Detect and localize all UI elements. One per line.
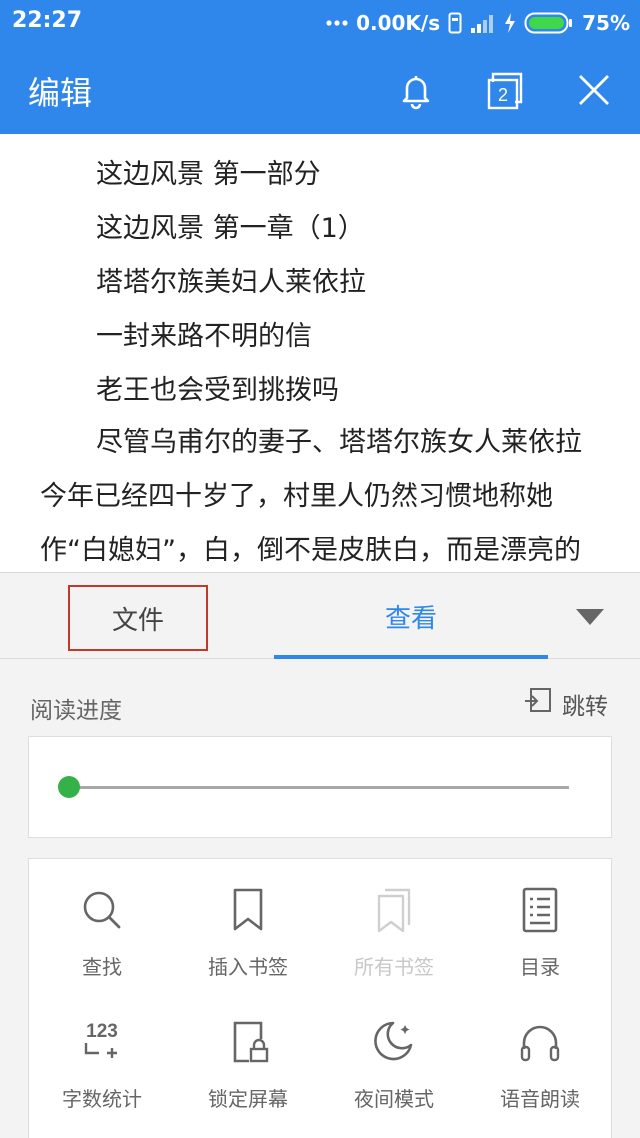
tab-file[interactable]: 文件 xyxy=(68,585,208,651)
doc-line: 一封来路不明的信 xyxy=(96,321,312,352)
svg-text:123: 123 xyxy=(86,1021,118,1042)
tool-lock-screen[interactable]: 锁定屏幕 xyxy=(175,1017,321,1137)
tool-toc[interactable]: 目录 xyxy=(467,885,613,1005)
tool-label: 插入书签 xyxy=(208,955,288,979)
battery-icon xyxy=(524,11,574,35)
sim-icon xyxy=(448,12,462,34)
reading-progress-label: 阅读进度 xyxy=(30,698,122,724)
lock-screen-icon xyxy=(223,1017,273,1067)
doc-line: 老王也会受到挑拨吗 xyxy=(96,375,339,406)
triangle-down-icon[interactable] xyxy=(572,601,608,631)
night-mode-icon xyxy=(369,1017,419,1067)
jump-button[interactable]: 跳转 xyxy=(522,687,608,721)
more-dots-icon xyxy=(326,19,348,27)
close-icon[interactable] xyxy=(572,68,616,112)
tool-label: 目录 xyxy=(520,955,560,979)
jump-label: 跳转 xyxy=(562,694,608,720)
reading-progress-slider[interactable] xyxy=(28,736,612,838)
tab-view-label: 查看 xyxy=(384,603,437,634)
signal-icon xyxy=(470,12,496,34)
tool-label: 所有书签 xyxy=(354,955,434,979)
status-time: 22:27 xyxy=(12,8,83,33)
charging-icon xyxy=(504,12,516,34)
tab-view[interactable]: 查看 xyxy=(274,573,548,659)
page-title: 编辑 xyxy=(28,74,93,112)
status-right: 0.00K/s 75% xyxy=(326,8,630,38)
tool-read-aloud[interactable]: 语音朗读 xyxy=(467,1017,613,1137)
document-view[interactable]: 这边风景 第一部分 这边风景 第一章（1） 塔塔尔族美妇人莱依拉 一封来路不明的… xyxy=(0,134,640,572)
word-count-icon: 123 xyxy=(77,1017,127,1067)
tabs-count: 2 xyxy=(498,85,508,105)
doc-line: 塔塔尔族美妇人莱依拉 xyxy=(96,267,366,298)
bookmark-icon xyxy=(223,885,273,935)
network-speed: 0.00K/s xyxy=(356,11,441,35)
tool-label: 夜间模式 xyxy=(354,1087,434,1111)
view-panel: 文件 查看 阅读进度 跳转 查找 插入书签 所有书签 目录 123 字数统计 锁… xyxy=(0,572,640,1138)
jump-icon xyxy=(522,685,554,723)
headphones-icon xyxy=(515,1017,565,1067)
battery-percent: 75% xyxy=(582,11,630,35)
doc-line: 这边风景 第一章（1） xyxy=(96,213,365,244)
tool-label: 锁定屏幕 xyxy=(208,1087,288,1111)
slider-handle[interactable] xyxy=(58,776,80,798)
tools-grid: 查找 插入书签 所有书签 目录 123 字数统计 锁定屏幕 夜间模式 语音朗读 xyxy=(28,858,612,1138)
tab-file-label: 文件 xyxy=(111,605,164,636)
tool-label: 语音朗读 xyxy=(500,1087,580,1111)
tabs-count-icon[interactable]: 2 xyxy=(484,68,528,112)
tool-night-mode[interactable]: 夜间模式 xyxy=(321,1017,467,1137)
status-bar: 22:27 0.00K/s 75% xyxy=(0,0,640,46)
tool-word-count[interactable]: 123 字数统计 xyxy=(29,1017,175,1137)
slider-track[interactable] xyxy=(69,786,569,789)
panel-tab-bar: 文件 查看 xyxy=(0,573,640,659)
doc-paragraph: 尽管乌甫尔的妻子、塔塔尔族女人莱依拉今年已经四十岁了，村里人仍然习惯地称她作“白… xyxy=(40,427,582,566)
tool-label: 字数统计 xyxy=(62,1087,142,1111)
toc-icon xyxy=(515,885,565,935)
active-tab-indicator xyxy=(274,655,548,659)
bookmarks-icon xyxy=(369,885,419,935)
tool-search[interactable]: 查找 xyxy=(29,885,175,1005)
tool-all-bookmarks[interactable]: 所有书签 xyxy=(321,885,467,1005)
doc-line: 这边风景 第一部分 xyxy=(96,159,321,190)
bell-icon[interactable] xyxy=(394,68,438,112)
tool-insert-bookmark[interactable]: 插入书签 xyxy=(175,885,321,1005)
app-header: 编辑 2 xyxy=(0,46,640,134)
tool-label: 查找 xyxy=(82,955,122,979)
search-icon xyxy=(77,885,127,935)
